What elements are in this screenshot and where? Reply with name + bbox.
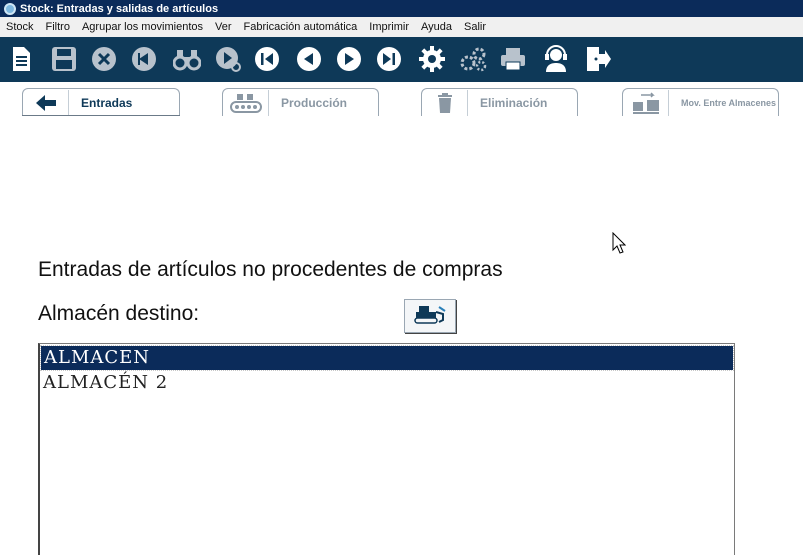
cancel-icon[interactable] — [89, 43, 119, 75]
back-circle-icon[interactable] — [129, 43, 159, 75]
transfer-icon — [623, 89, 669, 116]
page-heading: Entradas de artículos no procedentes de … — [38, 258, 503, 281]
arrow-left-icon — [23, 89, 69, 116]
mouse-cursor-icon — [612, 231, 627, 259]
menu-salir[interactable]: Salir — [458, 17, 492, 37]
list-item[interactable]: ALMACÉN 2 — [40, 370, 734, 395]
multi-gear-icon[interactable] — [458, 43, 488, 75]
list-item[interactable]: ALMACEN — [40, 345, 734, 371]
exit-icon[interactable] — [583, 43, 613, 75]
menu-fabricacion[interactable]: Fabricación automática — [238, 17, 364, 37]
settings-icon[interactable] — [417, 43, 447, 75]
tab-strip: Entradas Producción Eliminación Mov. Ent… — [0, 88, 803, 116]
trash-icon — [422, 89, 468, 116]
previous-record-icon[interactable] — [294, 43, 324, 75]
menu-ver[interactable]: Ver — [209, 17, 238, 37]
print-icon[interactable] — [498, 43, 528, 75]
menu-stock[interactable]: Stock — [0, 17, 40, 37]
next-record-icon[interactable] — [334, 43, 364, 75]
tab-entradas[interactable]: Entradas — [22, 88, 180, 116]
warehouse-lookup-button[interactable] — [404, 299, 456, 333]
bulldozer-icon — [413, 304, 447, 329]
title-bar: Stock: Entradas y salidas de artículos — [0, 0, 803, 17]
menu-ayuda[interactable]: Ayuda — [415, 17, 458, 37]
tab-eliminacion-label: Eliminación — [480, 95, 548, 110]
menu-filtro[interactable]: Filtro — [40, 17, 76, 37]
app-icon — [4, 2, 16, 15]
first-record-icon[interactable] — [252, 43, 282, 75]
document-icon[interactable] — [6, 43, 36, 75]
tab-mov-entre-almacenes[interactable]: Mov. Entre Almacenes — [622, 88, 779, 116]
warehouse-list[interactable]: ALMACEN ALMACÉN 2 — [38, 343, 735, 555]
tab-produccion[interactable]: Producción — [222, 88, 379, 116]
window-title: Stock: Entradas y salidas de artículos — [20, 2, 219, 15]
last-record-icon[interactable] — [374, 43, 404, 75]
menu-imprimir[interactable]: Imprimir — [363, 17, 415, 37]
tab-eliminacion[interactable]: Eliminación — [421, 88, 578, 116]
toolbar — [0, 37, 803, 82]
tab-entradas-label: Entradas — [81, 95, 133, 110]
warehouse-label: Almacén destino: — [38, 302, 200, 325]
tab-mov-label: Mov. Entre Almacenes — [681, 97, 777, 108]
binoculars-icon[interactable] — [172, 43, 202, 75]
conveyor-icon — [223, 89, 269, 116]
menu-bar: Stock Filtro Agrupar los movimientos Ver… — [0, 17, 803, 37]
active-tab-underline — [22, 115, 180, 116]
save-icon[interactable] — [49, 43, 79, 75]
support-agent-icon[interactable] — [541, 43, 571, 75]
tab-produccion-label: Producción — [281, 95, 348, 110]
menu-agrupar[interactable]: Agrupar los movimientos — [76, 17, 209, 37]
search-next-icon[interactable] — [213, 43, 243, 75]
